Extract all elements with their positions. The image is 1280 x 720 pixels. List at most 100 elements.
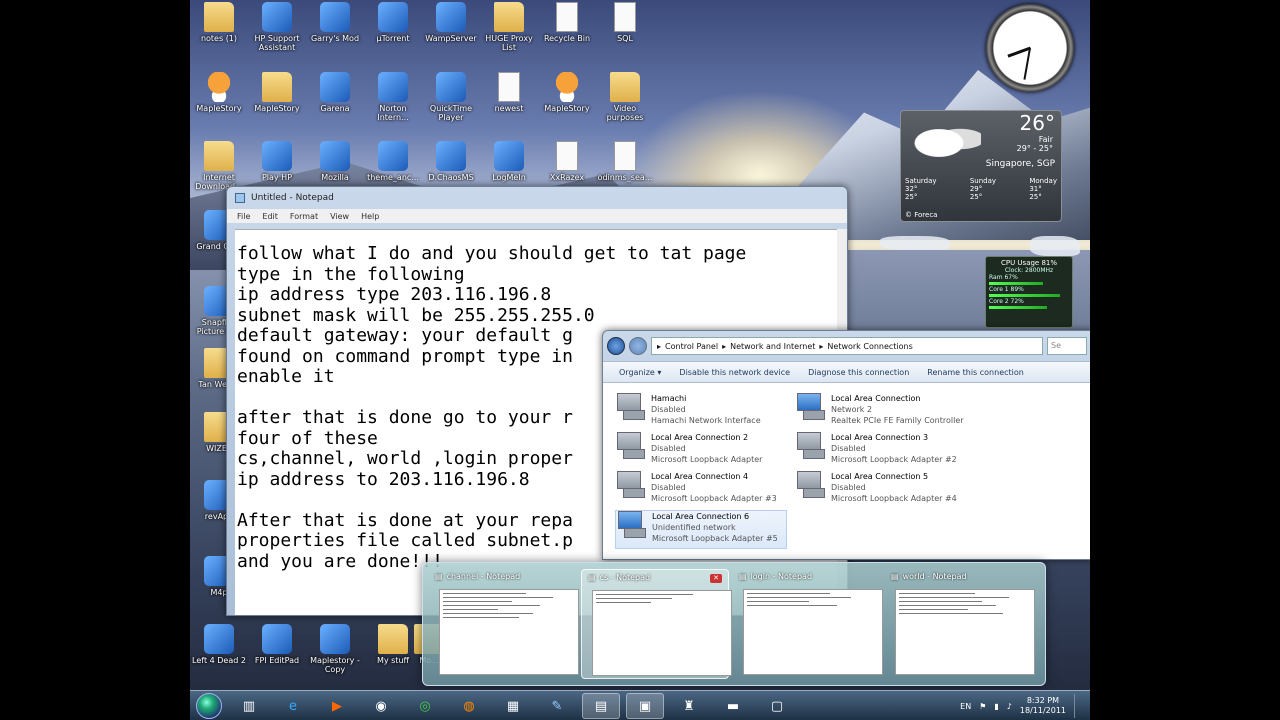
desktop-icon[interactable]: FPI EditPad [248, 624, 306, 665]
desktop-icon[interactable]: QuickTime Player [422, 72, 480, 122]
menu-edit[interactable]: Edit [262, 212, 278, 221]
desktop-icon[interactable]: odinms_sea... [596, 141, 654, 182]
cpu-meter-gadget[interactable]: CPU Usage 81% Clock: 2800MHz Ram 67% Cor… [985, 256, 1073, 328]
connection-info: Hamachi Disabled Hamachi Network Interface [651, 393, 761, 432]
thumbnail-world[interactable]: ▤ world - Notepad [885, 569, 1035, 679]
desktop-icon[interactable]: XxRazex [538, 141, 596, 182]
desktop-icon[interactable]: theme_anc... [364, 141, 422, 182]
menu-view[interactable]: View [330, 212, 349, 221]
network-connection-item[interactable]: Local Area Connection 5 Disabled Microsoft… [795, 471, 975, 510]
rename-button[interactable]: Rename this connection [927, 368, 1024, 377]
app-icon [204, 72, 234, 102]
desktop-icon[interactable]: MapleStory [190, 72, 248, 113]
game-icon[interactable]: ♜ [670, 693, 708, 719]
network-connection-item[interactable]: Local Area Connection Network 2 Realtek PC… [795, 393, 975, 432]
thumbnail-login[interactable]: ▤ login - Notepad [733, 569, 883, 679]
desktop-icon[interactable]: Play HP [248, 141, 306, 182]
notepad-titlebar[interactable]: Untitled - Notepad [227, 187, 847, 209]
network-connection-item[interactable]: Hamachi Disabled Hamachi Network Interface [615, 393, 795, 432]
desktop-icon[interactable]: D.ChaosMS [422, 141, 480, 182]
close-icon[interactable]: ✕ [710, 574, 722, 583]
desktop-icon[interactable]: MapleStory [538, 72, 596, 113]
desktop-icon[interactable]: SQL [596, 2, 654, 43]
desktop-icon-label: MapleStory [254, 104, 300, 113]
show-desktop-button[interactable] [1074, 694, 1084, 718]
desktop-icon-label: QuickTime Player [429, 104, 473, 122]
network-connections-window[interactable]: ▸ Control Panel ▸ Network and Internet ▸… [602, 330, 1090, 560]
network-connection-item[interactable]: Local Area Connection 6 Unidentified netw… [615, 510, 787, 549]
breadcrumb-item[interactable]: Network and Internet [730, 342, 815, 351]
connection-name: Local Area Connection [831, 394, 921, 403]
connection-status: Unidentified network [652, 523, 736, 532]
desktop-icon[interactable]: Garry's Mod [306, 2, 364, 43]
desktop-icon-label: HP Support Assistant [254, 34, 300, 52]
chrome-icon[interactable]: ◎ [406, 693, 444, 719]
weather-range: 29° - 25° [1016, 144, 1053, 153]
firefox-icon[interactable]: ◍ [450, 693, 488, 719]
desktop-icon-label: Play HP [261, 173, 293, 182]
connection-adapter: Microsoft Loopback Adapter #2 [831, 455, 957, 464]
notepad-taskbar-button[interactable]: ▤ [582, 693, 620, 719]
desktop-icon[interactable]: µTorrent [364, 2, 422, 43]
connection-info: Local Area Connection Network 2 Realtek PC… [831, 393, 964, 432]
weather-gadget[interactable]: 26° Fair 29° - 25° Singapore, SGP Saturd… [900, 110, 1062, 222]
volume-icon[interactable]: ♪ [1007, 702, 1012, 711]
thumbnail-channel[interactable]: ▤ channel - Notepad [429, 569, 579, 679]
internet-explorer-icon[interactable]: e [274, 693, 312, 719]
desktop-icon[interactable]: Video purposes [596, 72, 654, 122]
flag-icon[interactable]: ⚑ [979, 702, 986, 711]
disable-device-button[interactable]: Disable this network device [679, 368, 790, 377]
connection-info: Local Area Connection 3 Disabled Microsoft… [831, 432, 957, 471]
hp-icon[interactable]: ◉ [362, 693, 400, 719]
network-connection-item[interactable]: Local Area Connection 3 Disabled Microsoft… [795, 432, 975, 471]
menu-help[interactable]: Help [361, 212, 379, 221]
command-prompt-icon[interactable]: ▬ [714, 693, 752, 719]
menu-file[interactable]: File [237, 212, 250, 221]
connection-info: Local Area Connection 4 Disabled Microsoft… [651, 471, 777, 510]
desktop-icon[interactable]: Internet Download... [190, 141, 248, 191]
network-connection-item[interactable]: Local Area Connection 2 Disabled Microsoft… [615, 432, 795, 471]
desktop-icon[interactable]: HP Support Assistant [248, 2, 306, 52]
language-indicator[interactable]: EN [960, 702, 971, 711]
media-player-icon[interactable]: ▶ [318, 693, 356, 719]
thumbnail-title: login - Notepad [750, 572, 813, 581]
organize-button[interactable]: Organize ▾ [619, 368, 661, 377]
desktop-icon[interactable]: LogMeIn [480, 141, 538, 182]
breadcrumb-item[interactable]: Network Connections [827, 342, 912, 351]
file-icon[interactable]: ▦ [494, 693, 532, 719]
control-panel-taskbar-button[interactable]: ▣ [626, 693, 664, 719]
desktop-icon[interactable]: newest [480, 72, 538, 113]
window-icon[interactable]: ▢ [758, 693, 796, 719]
connection-info: Local Area Connection 5 Disabled Microsoft… [831, 471, 957, 510]
menu-format[interactable]: Format [290, 212, 318, 221]
desktop-icon[interactable]: Recycle Bin [538, 2, 596, 43]
app-icon [556, 2, 578, 32]
pen-icon[interactable]: ✎ [538, 693, 576, 719]
desktop-icon[interactable]: HUGE Proxy List [480, 2, 538, 52]
back-button[interactable] [607, 337, 625, 355]
desktop-icon[interactable]: Left 4 Dead 2 [190, 624, 248, 665]
clock-display[interactable]: 8:32 PM 18/11/2011 [1020, 696, 1066, 716]
desktop-icon[interactable]: Norton Intern... [364, 72, 422, 122]
diagnose-button[interactable]: Diagnose this connection [808, 368, 909, 377]
desktop-icon[interactable]: Maplestory - Copy [306, 624, 364, 674]
connection-info: Local Area Connection 6 Unidentified netw… [652, 511, 778, 548]
clock-gadget[interactable] [986, 4, 1074, 92]
app-icon [494, 141, 524, 171]
desktop-icon[interactable]: notes (1) [190, 2, 248, 43]
desktop-icon[interactable]: WampServer [422, 2, 480, 43]
breadcrumb[interactable]: ▸ Control Panel ▸ Network and Internet ▸… [651, 337, 1043, 355]
library-icon[interactable]: ▥ [230, 693, 268, 719]
network-icon[interactable]: ▮ [994, 702, 998, 711]
desktop-icon[interactable]: Mozilla [306, 141, 364, 182]
desktop-icon-label: Mozilla [321, 173, 349, 182]
breadcrumb-item[interactable]: Control Panel [665, 342, 718, 351]
thumbnail-cs[interactable]: ▤ cs - Notepad ✕ [581, 569, 732, 679]
desktop-icon[interactable]: MapleStory [248, 72, 306, 113]
desktop-icon[interactable]: Garena [306, 72, 364, 113]
start-button[interactable] [196, 693, 222, 719]
connection-name: Local Area Connection 5 [831, 472, 929, 481]
search-input[interactable]: Se [1047, 337, 1087, 355]
network-connection-item[interactable]: Local Area Connection 4 Disabled Microsoft… [615, 471, 795, 510]
forward-button[interactable] [629, 337, 647, 355]
